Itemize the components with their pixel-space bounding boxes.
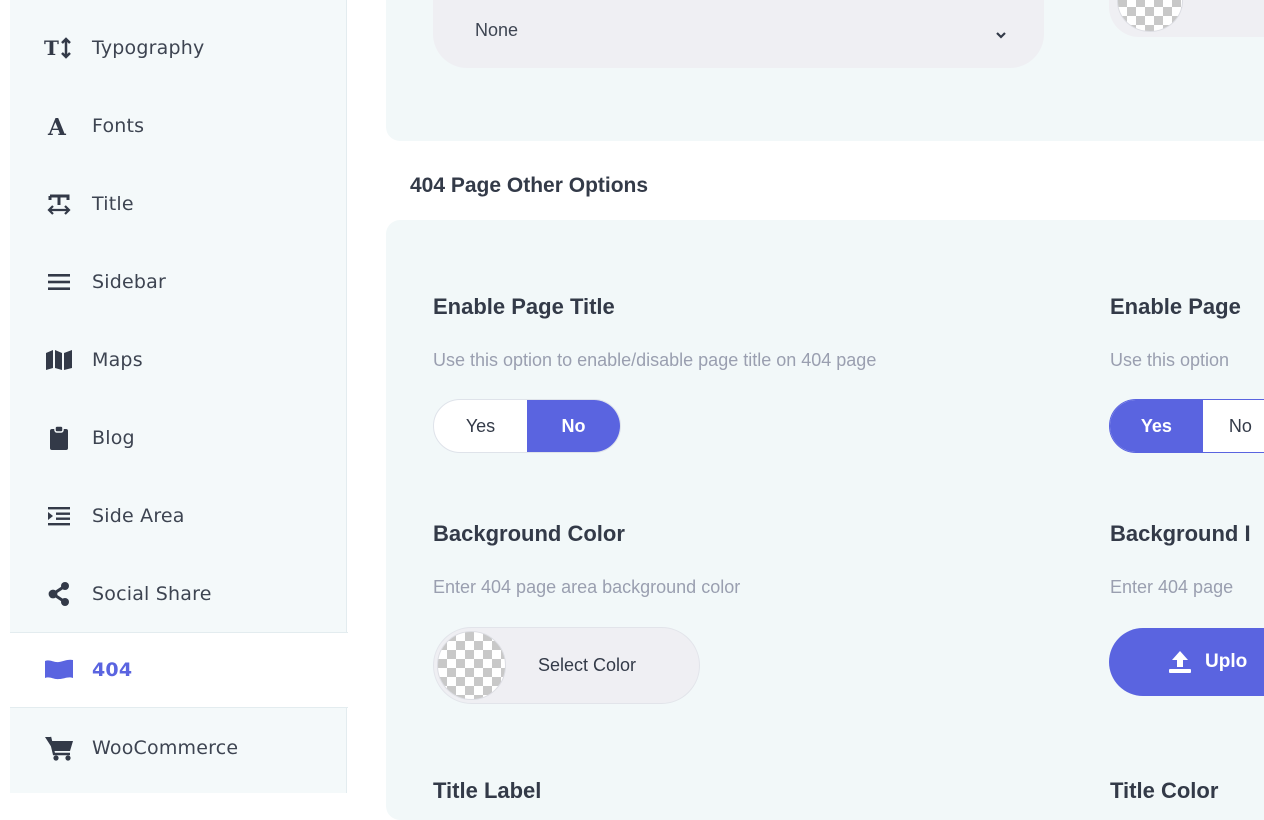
clipboard-icon — [44, 425, 74, 451]
indent-icon — [44, 503, 74, 529]
flag-icon — [44, 657, 74, 683]
option-desc-enable-page-right: Use this option — [1110, 350, 1230, 370]
bars-icon — [44, 269, 74, 295]
option-title-title-color: Title Color — [1110, 778, 1219, 803]
cart-icon — [44, 735, 74, 761]
sidebar-item-label: Maps — [92, 349, 143, 371]
text-height-icon: T — [44, 35, 74, 61]
enable-page-right-toggle[interactable]: Yes No — [1109, 399, 1264, 453]
toggle-no-option[interactable]: No — [527, 400, 620, 452]
option-desc-enable-page-title: Use this option to enable/disable page t… — [433, 350, 877, 370]
color-swatch — [1117, 0, 1183, 32]
toggle-yes-option[interactable]: Yes — [1110, 400, 1203, 452]
upload-icon — [1167, 650, 1193, 679]
sidebar-item-label: Social Share — [92, 583, 212, 605]
select-color-label: Select Color — [538, 655, 637, 675]
sidebar-item-label: Blog — [92, 427, 135, 449]
sidebar-item-label: 404 — [92, 659, 133, 681]
sidebar-item-label: Typography — [92, 37, 205, 59]
select-color-button[interactable]: Select Color — [433, 627, 700, 704]
option-title-background-color: Background Color — [433, 521, 625, 546]
svg-text:A: A — [47, 115, 67, 137]
sidebar-item-label: Side Area — [92, 505, 185, 527]
sidebar-item-woocommerce[interactable]: WooCommerce — [10, 710, 346, 786]
top-color-picker[interactable] — [1109, 0, 1264, 37]
section-title: 404 Page Other Options — [410, 174, 649, 197]
map-icon — [44, 347, 74, 373]
select-value: None — [475, 20, 519, 40]
sidebar-item-fonts[interactable]: A Fonts — [10, 88, 346, 164]
option-title-enable-page-right: Enable Page — [1110, 294, 1241, 319]
sidebar-item-side-area[interactable]: Side Area — [10, 478, 346, 554]
sidebar-item-label: WooCommerce — [92, 737, 239, 759]
option-title-enable-page-title: Enable Page Title — [433, 294, 615, 319]
share-icon — [44, 581, 74, 607]
settings-sidebar: T Typography A Fonts Title Sidebar Maps … — [10, 0, 348, 793]
sidebar-item-typography[interactable]: T Typography — [10, 10, 346, 86]
sidebar-item-maps[interactable]: Maps — [10, 322, 346, 398]
enable-page-title-toggle[interactable]: Yes No — [433, 399, 621, 453]
option-title-background-image: Background I — [1110, 521, 1251, 546]
sidebar-item-sidebar[interactable]: Sidebar — [10, 244, 346, 320]
sidebar-item-404[interactable]: 404 — [10, 632, 348, 708]
font-icon: A — [44, 113, 74, 139]
option-title-title-label: Title Label — [433, 778, 542, 803]
option-desc-background-image: Enter 404 page — [1110, 577, 1234, 597]
top-select-dropdown[interactable]: None — [433, 0, 1044, 68]
upload-label: Uplo — [1205, 651, 1248, 672]
upload-button[interactable]: Uplo — [1109, 628, 1264, 696]
color-swatch — [437, 631, 506, 700]
sidebar-item-label: Title — [92, 193, 134, 215]
chevron-down-icon — [995, 26, 1007, 44]
option-desc-background-color: Enter 404 page area background color — [433, 577, 741, 597]
sidebar-item-social-share[interactable]: Social Share — [10, 556, 346, 632]
sidebar-item-label: Sidebar — [92, 271, 167, 293]
text-width-icon — [44, 191, 74, 217]
toggle-no-option[interactable]: No — [1203, 400, 1264, 452]
sidebar-item-title[interactable]: Title — [10, 166, 346, 242]
sidebar-item-label: Fonts — [92, 115, 145, 137]
sidebar-item-blog[interactable]: Blog — [10, 400, 346, 476]
toggle-yes-option[interactable]: Yes — [434, 400, 527, 452]
svg-text:T: T — [44, 37, 59, 59]
